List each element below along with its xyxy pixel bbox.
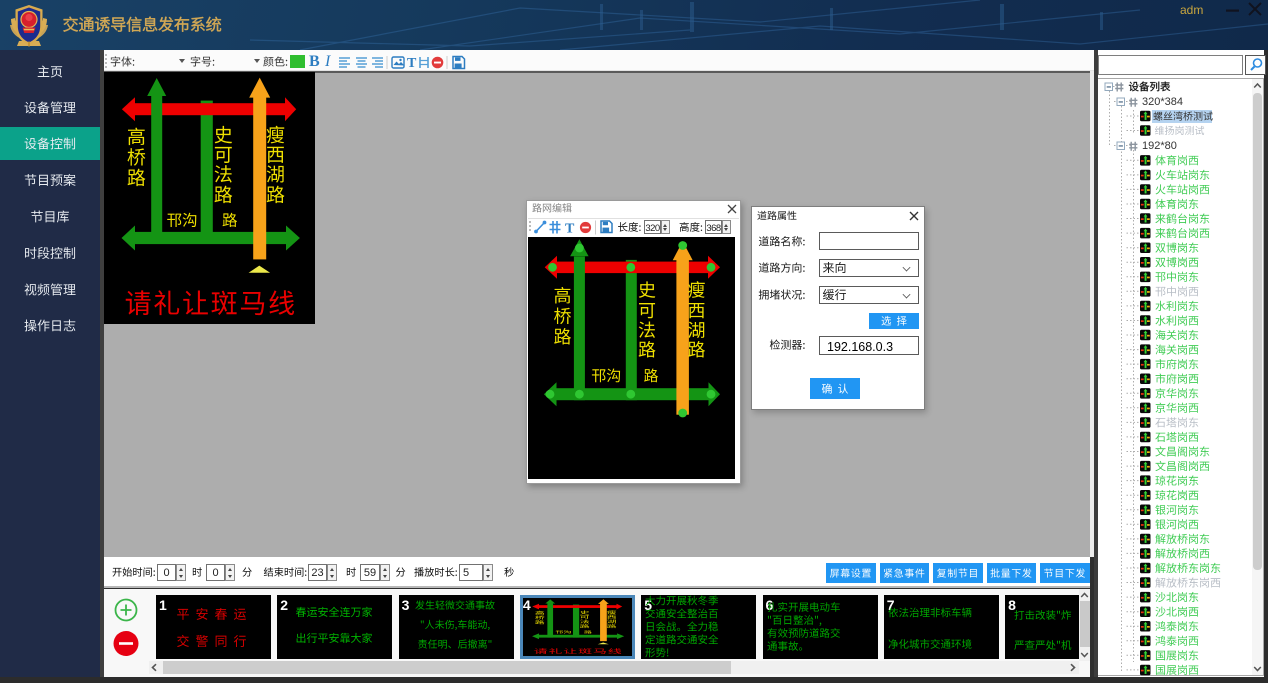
svg-text:I: I: [324, 53, 331, 70]
svg-text:B: B: [309, 53, 320, 70]
svg-text:T: T: [407, 56, 417, 71]
svg-text:T: T: [565, 222, 575, 237]
